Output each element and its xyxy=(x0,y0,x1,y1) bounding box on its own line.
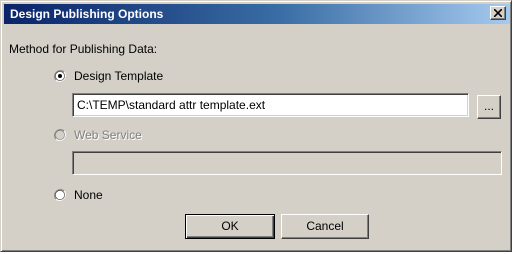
close-button[interactable] xyxy=(490,6,506,20)
method-group-label: Method for Publishing Data: xyxy=(9,42,158,56)
none-radio[interactable] xyxy=(54,189,66,201)
web-service-url-field[interactable] xyxy=(72,151,502,175)
none-label[interactable]: None xyxy=(74,187,103,203)
window-title: Design Publishing Options xyxy=(10,7,164,21)
template-path-field[interactable]: C:\TEMP\standard attr template.ext xyxy=(72,93,469,117)
title-bar[interactable]: Design Publishing Options xyxy=(4,4,510,24)
design-template-radio[interactable] xyxy=(54,70,66,82)
web-service-label[interactable]: Web Service xyxy=(74,127,142,143)
design-publishing-options-dialog: Design Publishing Options Method for Pub… xyxy=(0,0,512,252)
design-template-label[interactable]: Design Template xyxy=(74,68,163,84)
cancel-button[interactable]: Cancel xyxy=(281,214,369,239)
browse-button[interactable]: ... xyxy=(477,95,501,119)
ok-button[interactable]: OK xyxy=(185,214,275,239)
web-service-radio[interactable] xyxy=(54,129,66,141)
